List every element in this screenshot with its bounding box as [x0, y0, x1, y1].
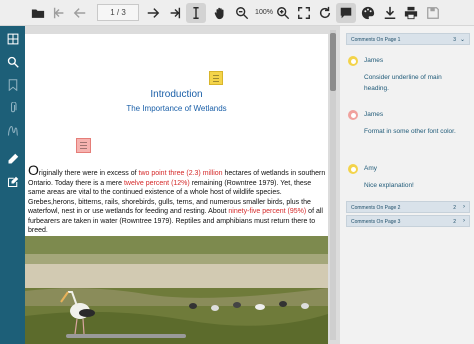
highlighted-text: twelve percent (12%) — [123, 179, 190, 187]
comment-count-badge: 3 — [453, 37, 456, 43]
comment-count-badge: 2 — [453, 205, 456, 211]
body-paragraph: Originally there were in excess of two p… — [28, 162, 328, 236]
drop-cap: O — [28, 162, 39, 178]
horizontal-scrollbar-thumb[interactable] — [66, 334, 186, 338]
folder-open-icon[interactable] — [28, 3, 48, 23]
chevron-down-icon[interactable]: ⌄ — [460, 36, 465, 43]
download-icon[interactable] — [380, 3, 400, 23]
zoom-out-icon[interactable] — [232, 3, 252, 23]
comment-group-header[interactable]: Comments On Page 1 3 ⌄ — [346, 33, 470, 45]
thumbnails-icon[interactable] — [4, 30, 21, 47]
sticky-note-annotation[interactable] — [76, 138, 91, 153]
palette-icon[interactable] — [358, 3, 378, 23]
comment-group-label: Comments On Page 2 — [351, 205, 401, 211]
chevron-right-icon[interactable]: › — [463, 204, 465, 210]
text-span: riginally there were in excess of — [38, 170, 139, 177]
comment-text[interactable]: Nice explanation! — [364, 180, 464, 191]
comment-count-badge: 2 — [453, 219, 456, 225]
vertical-scrollbar-thumb[interactable] — [330, 33, 336, 91]
comment-note-icon — [348, 164, 358, 174]
document-page: Introduction The Importance of Wetlands … — [25, 34, 328, 344]
fit-page-icon[interactable] — [294, 3, 314, 23]
rotate-icon[interactable] — [315, 3, 335, 23]
comment-group-label: Comments On Page 1 — [351, 37, 401, 43]
attachment-icon[interactable] — [4, 99, 21, 116]
highlighted-text: two point three (2.3) million — [138, 170, 223, 177]
comment-group-label: Comments On Page 3 — [351, 219, 401, 225]
page-title: Introduction — [150, 89, 203, 100]
wetland-photo — [25, 236, 328, 344]
comment-group-header[interactable]: Comments On Page 2 2 › — [346, 201, 470, 213]
comment-author: James — [364, 111, 384, 118]
chevron-right-icon[interactable]: › — [463, 218, 465, 224]
main-toolbar: 1 / 3 100% — [0, 0, 474, 26]
next-page-icon[interactable] — [143, 3, 163, 23]
comment-text[interactable]: Consider underline of main heading. — [364, 72, 464, 94]
last-page-icon[interactable] — [165, 3, 185, 23]
comment-note-icon — [348, 110, 358, 120]
previous-page-icon[interactable] — [70, 3, 90, 23]
annotate-pen-icon[interactable] — [4, 150, 21, 167]
comment-group-header[interactable]: Comments On Page 3 2 › — [346, 215, 470, 227]
zoom-in-icon[interactable] — [273, 3, 293, 23]
page-subtitle: The Importance of Wetlands — [126, 104, 227, 113]
pan-hand-icon[interactable] — [210, 3, 230, 23]
first-page-icon[interactable] — [49, 3, 69, 23]
edit-note-icon[interactable] — [4, 173, 21, 190]
comment-text[interactable]: Format in some other font color. — [364, 126, 464, 137]
comment-note-icon — [348, 56, 358, 66]
comment-author: James — [364, 57, 384, 64]
pdf-viewer-app: 1 / 3 100% Introduction The Importance o… — [0, 0, 474, 344]
comments-panel-icon[interactable] — [336, 3, 356, 23]
page-number-input[interactable]: 1 / 3 — [97, 4, 139, 21]
comments-panel: Comments On Page 1 3 ⌄ James Consider un… — [339, 26, 474, 344]
save-icon[interactable] — [423, 3, 443, 23]
sticky-note-annotation[interactable] — [209, 71, 223, 85]
bookmark-icon[interactable] — [4, 76, 21, 93]
zoom-level[interactable]: 100% — [253, 4, 275, 21]
signature-icon[interactable] — [4, 122, 21, 139]
search-icon[interactable] — [4, 53, 21, 70]
comment-author: Amy — [364, 165, 377, 172]
print-icon[interactable] — [401, 3, 421, 23]
document-viewer[interactable]: Introduction The Importance of Wetlands … — [25, 26, 339, 344]
highlighted-text: ninety-five percent (95%) — [228, 208, 307, 215]
left-sidebar — [0, 26, 25, 344]
text-select-icon[interactable] — [186, 3, 206, 23]
